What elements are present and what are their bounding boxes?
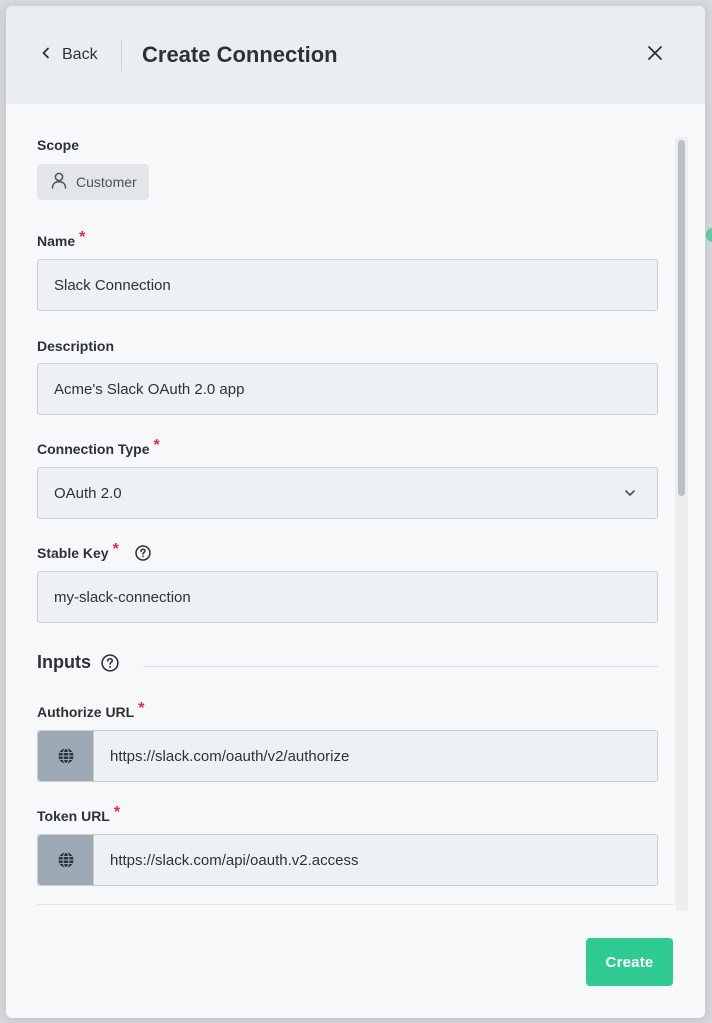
name-label: Name * (37, 229, 86, 250)
section-divider (143, 666, 658, 667)
scrollbar-thumb[interactable] (678, 140, 685, 496)
chevron-down-icon (623, 486, 637, 500)
connection-type-label-text: Connection Type (37, 441, 150, 457)
required-marker: * (113, 804, 121, 821)
back-label: Back (62, 46, 98, 63)
token-url-field[interactable]: https://slack.com/api/oauth.v2.access (37, 834, 658, 886)
name-field-value: Slack Connection (54, 276, 171, 294)
token-url-label: Token URL * (37, 804, 121, 825)
globe-icon (38, 835, 94, 885)
page-title: Create Connection (142, 42, 338, 67)
authorize-url-value: https://slack.com/oauth/v2/authorize (110, 747, 350, 765)
back-button[interactable]: Back (40, 39, 98, 71)
globe-icon (38, 731, 94, 781)
description-field[interactable]: Acme's Slack OAuth 2.0 app (37, 363, 658, 415)
connection-type-select[interactable]: OAuth 2.0 (37, 467, 658, 519)
description-label: Description (37, 338, 114, 354)
inputs-title-text: Inputs (37, 652, 91, 672)
required-marker: * (153, 437, 160, 454)
stable-key-value: my-slack-connection (54, 588, 191, 606)
help-icon[interactable] (135, 545, 151, 561)
modal-header: Back Create Connection (6, 6, 705, 104)
user-icon (51, 172, 67, 192)
background-accent (706, 228, 712, 242)
required-marker: * (138, 700, 145, 717)
authorize-url-field[interactable]: https://slack.com/oauth/v2/authorize (37, 730, 658, 782)
help-icon[interactable] (101, 653, 119, 672)
name-label-text: Name (37, 233, 76, 249)
authorize-url-label-text: Authorize URL (37, 704, 135, 720)
scope-label: Scope (37, 137, 79, 153)
create-button[interactable]: Create (586, 938, 673, 986)
form-content: Scope Customer Name * Slack Connection D… (37, 104, 658, 904)
description-label-text: Description (37, 338, 115, 354)
scope-value: Customer (76, 174, 137, 190)
token-url-label-text: Token URL (37, 808, 110, 824)
token-url-value: https://slack.com/api/oauth.v2.access (110, 851, 359, 869)
close-icon (647, 45, 663, 66)
authorize-url-label: Authorize URL * (37, 700, 145, 721)
chevron-left-icon (40, 46, 52, 64)
inputs-section-title: Inputs (37, 652, 119, 673)
required-marker: * (112, 541, 119, 558)
name-field[interactable]: Slack Connection (37, 259, 658, 311)
close-button[interactable] (642, 42, 668, 68)
scope-label-text: Scope (37, 137, 80, 153)
header-divider (121, 39, 122, 71)
footer-divider (37, 904, 673, 905)
stable-key-label: Stable Key * (37, 541, 151, 562)
required-marker: * (79, 229, 86, 246)
stable-key-field[interactable]: my-slack-connection (37, 571, 658, 623)
connection-type-label: Connection Type * (37, 437, 160, 458)
connection-type-value: OAuth 2.0 (54, 484, 122, 502)
create-connection-modal: Back Create Connection Scope Customer Na… (6, 6, 705, 1018)
description-field-value: Acme's Slack OAuth 2.0 app (54, 380, 245, 398)
stable-key-label-text: Stable Key (37, 545, 109, 561)
scope-chip[interactable]: Customer (37, 164, 149, 200)
